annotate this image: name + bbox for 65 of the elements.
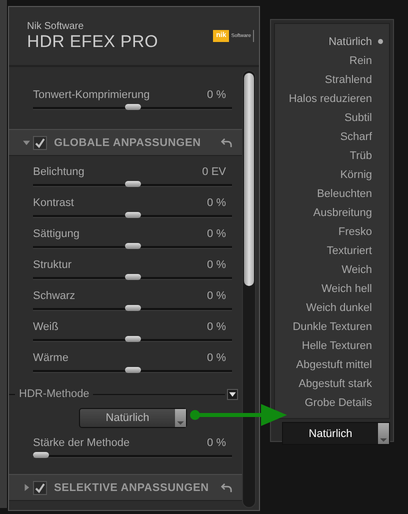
vendor-name: Nik Software — [27, 21, 85, 32]
slider-thumb[interactable] — [124, 274, 140, 280]
dropdown-button[interactable] — [227, 388, 238, 400]
slider-thumb[interactable] — [124, 304, 140, 310]
menu-item[interactable]: Rein — [275, 51, 389, 70]
menu-item[interactable]: Natürlich — [275, 32, 389, 51]
slider-value: 0 EV — [202, 164, 226, 178]
slider-label: Belichtung — [33, 164, 84, 178]
menu-item[interactable]: Trüb — [275, 146, 389, 165]
menu-item[interactable]: Helle Texturen — [275, 336, 389, 355]
app-title: HDR EFEX PRO — [27, 32, 158, 51]
menu-item[interactable]: Weich — [275, 260, 389, 279]
slider-label: Schwarz — [33, 288, 76, 302]
menu-item[interactable]: Weich dunkel — [275, 298, 389, 317]
slider-value: 0 % — [207, 436, 226, 450]
menu-item[interactable]: Abgestuft mittel — [275, 355, 389, 374]
slider-value: 0 % — [207, 196, 226, 210]
slider-label: Kontrast — [33, 196, 74, 210]
expand-icon[interactable] — [23, 139, 30, 146]
method-select[interactable]: Natürlich — [282, 422, 390, 445]
menu-item[interactable]: Körnig — [275, 165, 389, 184]
scrollbar-thumb[interactable] — [244, 73, 254, 286]
slider-value: 0 % — [207, 226, 226, 240]
slider-thumb[interactable] — [124, 104, 140, 110]
menu-item[interactable]: Dunkle Texturen — [275, 317, 389, 336]
slider-thumb[interactable] — [124, 212, 140, 218]
undo-icon[interactable] — [221, 137, 232, 148]
menu-item[interactable]: Weich hell — [275, 279, 389, 298]
menu-item[interactable]: Grobe Details — [275, 393, 389, 412]
menu-item[interactable]: Fresko — [275, 222, 389, 241]
menu-item[interactable]: Ausbreitung — [275, 203, 389, 222]
slider-value: 0 % — [207, 350, 226, 364]
undo-icon[interactable] — [221, 482, 232, 493]
section-header[interactable]: SELEKTIVE ANPASSUNGEN — [9, 474, 242, 501]
scrollbar[interactable] — [242, 70, 256, 508]
method-select[interactable]: Natürlich — [79, 408, 187, 428]
menu-item[interactable]: Scharf — [275, 127, 389, 146]
expand-icon[interactable] — [23, 484, 30, 491]
slider-label: Stärke der Methode — [33, 436, 130, 450]
slider-thumb[interactable] — [124, 336, 140, 342]
menu-item[interactable]: Texturiert — [275, 241, 389, 260]
slider-thumb[interactable] — [124, 242, 140, 248]
slider-value: 0 % — [207, 320, 226, 334]
slider-label: Tonwert-Komprimierung — [33, 88, 150, 102]
section-title: SELEKTIVE ANPASSUNGEN — [54, 482, 210, 494]
menu-item[interactable]: Halos reduzieren — [275, 89, 389, 108]
menu-item[interactable]: Strahlend — [275, 70, 389, 89]
slider-value: 0 % — [207, 288, 226, 302]
slider-label: Sättigung — [33, 226, 80, 240]
menu-item[interactable]: Abgestuft stark — [275, 374, 389, 393]
slider-label: Wärme — [33, 350, 68, 364]
slider-thumb[interactable] — [124, 180, 140, 186]
slider-value: 0 % — [207, 258, 226, 272]
slider-label: Weiß — [33, 320, 58, 334]
slider-value: 0 % — [207, 88, 226, 102]
slider-thumb[interactable] — [32, 452, 49, 458]
checkbox[interactable] — [33, 136, 47, 150]
slider-thumb[interactable] — [124, 366, 140, 372]
section-title: GLOBALE ANPASSUNGEN — [54, 136, 202, 148]
group-label: HDR-Methode — [18, 388, 90, 400]
checkbox[interactable] — [33, 480, 47, 494]
section-header[interactable]: GLOBALE ANPASSUNGEN — [9, 129, 242, 156]
slider-label: Struktur — [33, 258, 72, 272]
menu-item[interactable]: Beleuchten — [275, 184, 389, 203]
menu-item[interactable]: Subtil — [275, 108, 389, 127]
